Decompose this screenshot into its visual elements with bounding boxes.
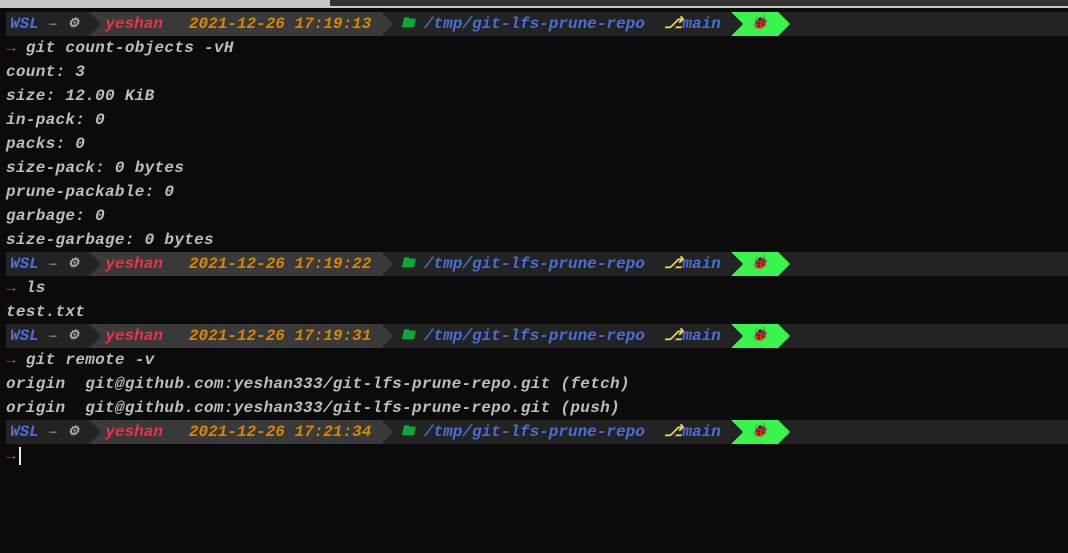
folder-icon: 🖿 xyxy=(401,422,414,442)
output-line: test.txt xyxy=(6,300,1068,324)
branch-name: main xyxy=(682,420,720,444)
username: yeshan xyxy=(105,252,163,276)
cwd-path: /tmp/git-lfs-prune-repo xyxy=(424,252,645,276)
username: yeshan xyxy=(105,12,163,36)
branch-name: main xyxy=(682,12,720,36)
output-line: in-pack: 0 xyxy=(6,108,1068,132)
username: yeshan xyxy=(105,420,163,444)
folder-icon: 🖿 xyxy=(401,254,414,274)
output-line: origin git@github.com:yeshan333/git-lfs-… xyxy=(6,372,1068,396)
output-line: packs: 0 xyxy=(6,132,1068,156)
bug-icon: 🐞 xyxy=(751,254,768,275)
prompt-line-2: WSL – ⚙ yeshan 2021-12-26 17:19:22 🖿 /tm… xyxy=(6,252,1068,276)
cmd-line-2: → ls xyxy=(6,276,1068,300)
bug-icon: 🐞 xyxy=(751,326,768,347)
branch-icon: ⎇ xyxy=(664,252,682,276)
branch-name: main xyxy=(682,324,720,348)
debian-icon: ⚙ xyxy=(68,14,80,34)
timestamp: 2021-12-26 17:19:13 xyxy=(189,12,371,36)
output-line: origin git@github.com:yeshan333/git-lfs-… xyxy=(6,396,1068,420)
cmd-line-1: → git count-objects -vH xyxy=(6,36,1068,60)
folder-icon: 🖿 xyxy=(401,14,414,34)
cwd-path: /tmp/git-lfs-prune-repo xyxy=(424,324,645,348)
wsl-label: WSL xyxy=(10,12,39,36)
wsl-label: WSL xyxy=(10,252,39,276)
timestamp: 2021-12-26 17:19:22 xyxy=(189,252,371,276)
wsl-label: WSL xyxy=(10,420,39,444)
debian-icon: ⚙ xyxy=(68,254,80,274)
cwd-path: /tmp/git-lfs-prune-repo xyxy=(424,12,645,36)
bug-icon: 🐞 xyxy=(751,14,768,35)
branch-icon: ⎇ xyxy=(664,420,682,444)
output-line: garbage: 0 xyxy=(6,204,1068,228)
cwd-path: /tmp/git-lfs-prune-repo xyxy=(424,420,645,444)
branch-name: main xyxy=(682,252,720,276)
output-line: size: 12.00 KiB xyxy=(6,84,1068,108)
output-line: size-pack: 0 bytes xyxy=(6,156,1068,180)
wsl-label: WSL xyxy=(10,324,39,348)
separator: – xyxy=(39,12,68,36)
cursor xyxy=(19,447,21,465)
folder-icon: 🖿 xyxy=(401,326,414,346)
branch-icon: ⎇ xyxy=(664,12,682,36)
prompt-line-4: WSL – ⚙ yeshan 2021-12-26 17:21:34 🖿 /tm… xyxy=(6,420,1068,444)
branch-icon: ⎇ xyxy=(664,324,682,348)
username: yeshan xyxy=(105,324,163,348)
debian-icon: ⚙ xyxy=(68,422,80,442)
bug-icon: 🐞 xyxy=(751,422,768,443)
terminal-output[interactable]: WSL – ⚙ yeshan 2021-12-26 17:19:13 🖿 /tm… xyxy=(6,4,1068,468)
cmd-line-3: → git remote -v xyxy=(6,348,1068,372)
separator: – xyxy=(39,252,68,276)
separator: – xyxy=(39,420,68,444)
current-input-line[interactable]: → xyxy=(6,444,1068,468)
output-line: prune-packable: 0 xyxy=(6,180,1068,204)
prompt-line-3: WSL – ⚙ yeshan 2021-12-26 17:19:31 🖿 /tm… xyxy=(6,324,1068,348)
debian-icon: ⚙ xyxy=(68,326,80,346)
timestamp: 2021-12-26 17:19:31 xyxy=(189,324,371,348)
output-line: count: 3 xyxy=(6,60,1068,84)
timestamp: 2021-12-26 17:21:34 xyxy=(189,420,371,444)
output-line: size-garbage: 0 bytes xyxy=(6,228,1068,252)
separator: – xyxy=(39,324,68,348)
prompt-line-1: WSL – ⚙ yeshan 2021-12-26 17:19:13 🖿 /tm… xyxy=(6,12,1068,36)
